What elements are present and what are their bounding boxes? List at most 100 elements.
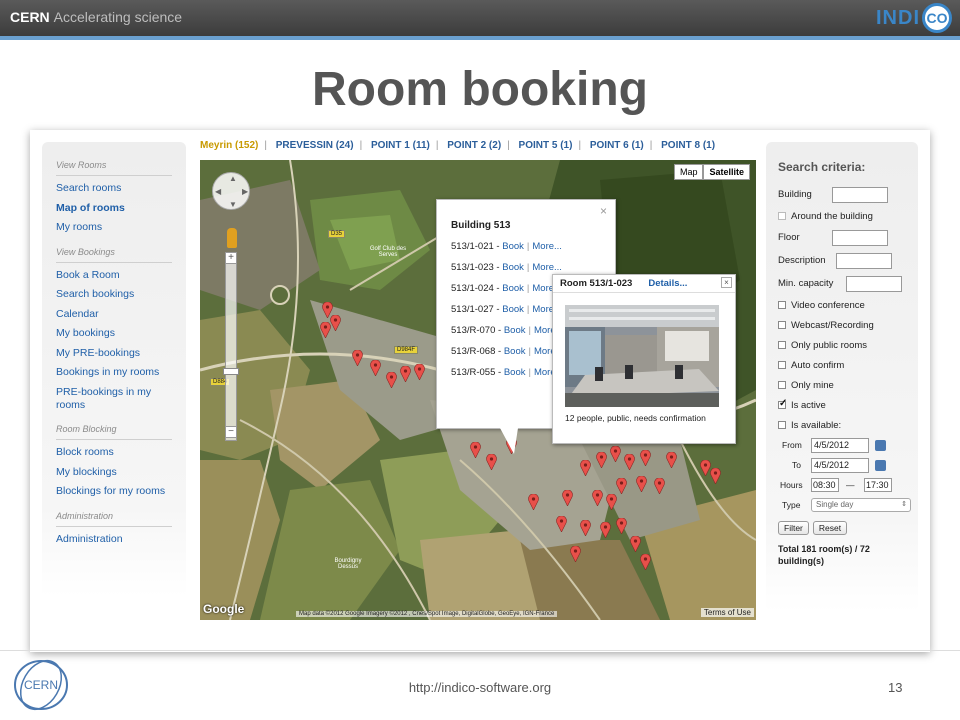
tab-point-1[interactable]: POINT 1 (11) [371, 140, 436, 151]
terms-of-use-link[interactable]: Terms of Use [700, 608, 754, 617]
nav-pre-bookings-in-my-rooms[interactable]: PRE-bookings in my rooms [56, 386, 174, 412]
book-link[interactable]: Book [502, 304, 524, 315]
nav-bookings-in-my-rooms[interactable]: Bookings in my rooms [56, 366, 174, 379]
around-building-checkbox[interactable] [778, 212, 786, 220]
book-link[interactable]: Book [502, 241, 524, 252]
room-marker[interactable] [710, 468, 721, 484]
room-marker[interactable] [528, 494, 539, 510]
description-input[interactable] [836, 252, 892, 269]
room-marker[interactable] [386, 372, 397, 388]
pan-right-icon[interactable]: ▶ [242, 187, 248, 196]
more-link[interactable]: More... [532, 241, 562, 252]
from-date-input[interactable]: 4/5/2012 [811, 437, 869, 453]
room-marker[interactable] [562, 490, 573, 506]
hours-to-input[interactable]: 17:30 [864, 478, 892, 492]
room-marker[interactable] [414, 364, 425, 380]
room-marker[interactable] [654, 478, 665, 494]
room-marker[interactable] [636, 476, 647, 492]
nav-search-bookings[interactable]: Search bookings [56, 288, 174, 301]
nav-calendar[interactable]: Calendar [56, 308, 174, 321]
to-date-input[interactable]: 4/5/2012 [811, 457, 869, 473]
room-marker[interactable] [570, 546, 581, 562]
more-link[interactable]: More... [532, 262, 562, 273]
book-link[interactable]: Book [504, 325, 526, 336]
only-public-rooms-checkbox[interactable] [778, 341, 786, 349]
room-marker[interactable] [616, 518, 627, 534]
tab-point-8[interactable]: POINT 8 (1) [661, 140, 721, 151]
room-marker[interactable] [556, 516, 567, 532]
room-marker[interactable] [666, 452, 677, 468]
nav-administration[interactable]: Administration [56, 533, 174, 546]
street-view-pegman-icon[interactable] [227, 228, 237, 248]
room-marker[interactable] [596, 452, 607, 468]
book-link[interactable]: Book [504, 367, 526, 378]
webcast-recording-checkbox[interactable] [778, 321, 786, 329]
room-marker[interactable] [400, 366, 411, 382]
chevron-down-icon: ⇕ [901, 501, 907, 508]
nav-block-rooms[interactable]: Block rooms [56, 446, 174, 459]
room-marker[interactable] [580, 460, 591, 476]
room-marker[interactable] [640, 450, 651, 466]
pan-up-icon[interactable]: ▲ [229, 174, 237, 183]
room-marker[interactable] [470, 442, 481, 458]
room-marker[interactable] [580, 520, 591, 536]
tab-meyrin[interactable]: Meyrin (152) [200, 140, 264, 151]
nav-my-blockings[interactable]: My blockings [56, 466, 174, 479]
tab-point-6[interactable]: POINT 6 (1) [590, 140, 650, 151]
nav-my-bookings[interactable]: My bookings [56, 327, 174, 340]
nav-my-pre-bookings[interactable]: My PRE-bookings [56, 347, 174, 360]
room-marker[interactable] [640, 554, 651, 570]
map-type-satellite-button[interactable]: Satellite [703, 164, 750, 180]
satellite-map[interactable]: D35 D984F D884 Golf Club des Serves Bour… [200, 160, 756, 620]
room-marker[interactable] [320, 322, 331, 338]
building-input[interactable] [832, 186, 888, 203]
room-marker[interactable] [616, 478, 627, 494]
zoom-slider[interactable] [225, 255, 237, 441]
book-link[interactable]: Book [504, 346, 526, 357]
pan-left-icon[interactable]: ◀ [215, 187, 221, 196]
filter-button[interactable]: Filter [778, 521, 809, 535]
room-marker[interactable] [606, 494, 617, 510]
room-marker[interactable] [592, 490, 603, 506]
nav-my-rooms[interactable]: My rooms [56, 221, 174, 234]
type-select[interactable]: Single day ⇕ [811, 498, 911, 512]
min-capacity-input[interactable] [846, 275, 902, 292]
close-icon[interactable]: × [600, 204, 607, 218]
nav-map-of-rooms[interactable]: Map of rooms [56, 202, 174, 215]
calendar-icon[interactable] [875, 439, 886, 451]
close-icon[interactable]: × [721, 277, 732, 288]
room-marker[interactable] [610, 446, 621, 462]
floor-input[interactable] [832, 229, 888, 246]
calendar-icon[interactable] [875, 459, 886, 471]
zoom-slider-thumb[interactable] [223, 368, 239, 375]
details-link[interactable]: Details... [648, 278, 687, 289]
pan-control[interactable]: ▲ ▼ ◀ ▶ [212, 172, 250, 210]
footer-url[interactable]: http://indico-software.org [0, 680, 960, 695]
video-conference-checkbox[interactable] [778, 301, 786, 309]
room-marker[interactable] [352, 350, 363, 366]
is-active-checkbox[interactable] [778, 398, 787, 409]
tab-point-2[interactable]: POINT 2 (2) [447, 140, 507, 151]
nav-blockings-for-my-rooms[interactable]: Blockings for my rooms [56, 485, 174, 498]
room-marker[interactable] [630, 536, 641, 552]
tab-point-5[interactable]: POINT 5 (1) [519, 140, 579, 151]
is-available-checkbox[interactable] [778, 421, 786, 429]
auto-confirm-checkbox[interactable] [778, 361, 786, 369]
book-link[interactable]: Book [502, 283, 524, 294]
room-marker[interactable] [486, 454, 497, 470]
only-mine-checkbox[interactable] [778, 381, 786, 389]
pan-down-icon[interactable]: ▼ [229, 200, 237, 209]
zoom-in-button[interactable]: + [225, 252, 237, 264]
zoom-out-button[interactable]: − [225, 426, 237, 438]
room-marker[interactable] [624, 454, 635, 470]
tab-prevessin[interactable]: PREVESSIN (24) [276, 140, 360, 151]
book-link[interactable]: Book [502, 262, 524, 273]
nav-search-rooms[interactable]: Search rooms [56, 182, 174, 195]
room-marker[interactable] [330, 315, 341, 331]
hours-from-input[interactable]: 08:30 [811, 478, 839, 492]
nav-book-a-room[interactable]: Book a Room [56, 269, 174, 282]
room-marker[interactable] [370, 360, 381, 376]
room-marker[interactable] [600, 522, 611, 538]
map-type-map-button[interactable]: Map [673, 164, 704, 180]
reset-button[interactable]: Reset [812, 521, 848, 535]
